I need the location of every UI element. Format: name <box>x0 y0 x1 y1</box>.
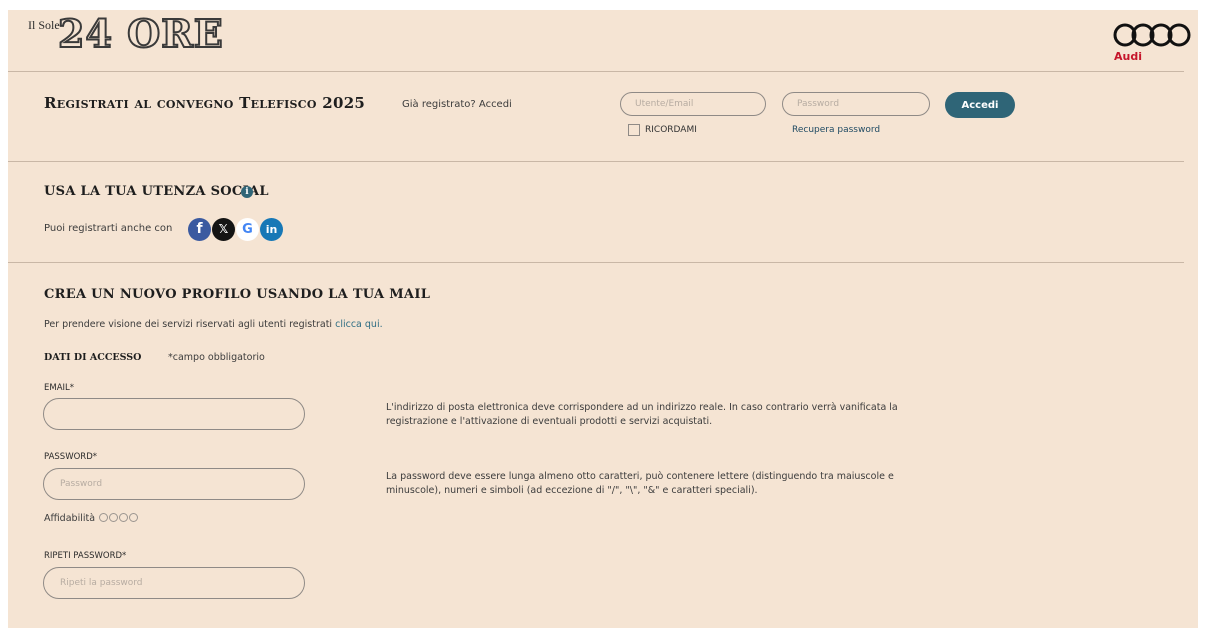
logo-24-ore: 24 ORE <box>57 11 224 56</box>
facebook-icon[interactable]: f <box>188 218 211 241</box>
new-profile-intro: Per prendere visione dei servizi riserva… <box>44 319 383 330</box>
password-note: La password deve essere lunga almeno ott… <box>386 471 894 496</box>
password-field[interactable] <box>43 468 305 500</box>
social-intro-text: Puoi registrarti anche con <box>44 223 173 234</box>
new-profile-title: CREA UN NUOVO PROFILO USANDO LA TUA MAIL <box>44 287 431 302</box>
intro-text: Per prendere visione dei servizi riserva… <box>44 319 336 330</box>
x-icon[interactable]: 𝕏 <box>212 218 235 241</box>
remember-me-checkbox[interactable] <box>628 124 640 136</box>
repeat-password-label: RIPETI PASSWORD* <box>44 551 127 561</box>
login-divider <box>8 161 1184 162</box>
access-data-label: DATI DI ACCESSO <box>44 352 142 363</box>
email-label: EMAIL* <box>44 383 75 393</box>
strength-label: Affidabilità <box>44 513 96 524</box>
strength-dot <box>129 513 139 522</box>
recover-password-link[interactable]: Recupera password <box>792 125 880 135</box>
email-field[interactable] <box>43 398 305 430</box>
linkedin-icon[interactable]: in <box>260 218 283 241</box>
remember-me-label: RICORDAMI <box>645 125 697 135</box>
strength-dot <box>109 513 119 522</box>
password-label: PASSWORD* <box>44 452 97 462</box>
email-note: L'indirizzo di posta elettronica deve co… <box>386 402 898 427</box>
audi-rings-icon <box>1113 23 1191 47</box>
logo-il-sole: Il Sole <box>28 18 60 32</box>
social-section-title: USA LA TUA UTENZA SOCIAL <box>44 184 269 199</box>
sponsor-label: Audi <box>1114 50 1142 63</box>
event-registration-title: Registrati al convegno Telefisco 2025 <box>44 94 366 112</box>
strength-dot <box>119 513 129 522</box>
already-registered-link[interactable]: Già registrato? Accedi <box>402 99 512 110</box>
login-password-input[interactable] <box>782 92 930 116</box>
repeat-password-field[interactable] <box>43 567 305 599</box>
required-field-note: *campo obbligatorio <box>168 352 265 363</box>
username-email-input[interactable] <box>620 92 766 116</box>
registration-page: Il Sole 24 ORE Audi Registrati al conveg… <box>8 10 1198 628</box>
info-icon[interactable]: i <box>241 186 253 198</box>
strength-dot <box>99 513 109 522</box>
password-strength-meter: Affidabilità <box>44 513 139 524</box>
header-divider <box>8 71 1184 72</box>
login-button[interactable]: Accedi <box>945 92 1015 118</box>
click-here-link[interactable]: clicca qui. <box>335 319 383 330</box>
social-divider <box>8 262 1184 263</box>
strength-dots <box>98 513 139 524</box>
google-icon[interactable]: G <box>236 218 259 241</box>
